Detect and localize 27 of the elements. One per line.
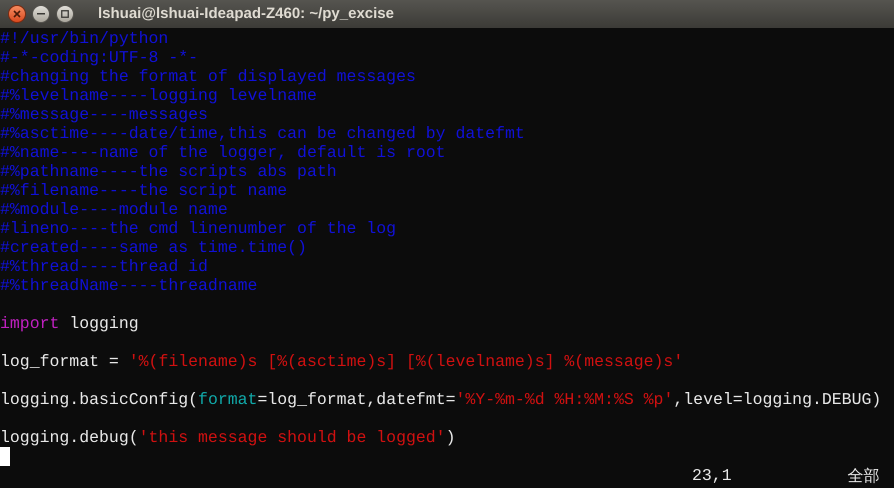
code-line: #%pathname----the scripts abs path — [0, 162, 337, 181]
code-line: #changing the format of displayed messages — [0, 67, 416, 86]
code-line: #%name----name of the logger, default is root — [0, 143, 446, 162]
code-line: #%asctime----date/time,this can be changed by datefmt — [0, 124, 525, 143]
code-line: #%threadName----threadname — [0, 276, 258, 295]
minimize-icon — [37, 13, 45, 15]
code-line: #%levelname----logging levelname — [0, 86, 317, 105]
code-line: logging.basicConfig(format=log_format,datefmt='%Y-%m-%d %H:%M:%S %p',level=logging.DEBUG) — [0, 390, 882, 409]
code-line: #created----same as time.time() — [0, 238, 307, 257]
window-title: lshuai@lshuai-Ideapad-Z460: ~/py_excise — [98, 4, 394, 24]
maximize-button[interactable] — [56, 5, 74, 23]
minimize-button[interactable] — [32, 5, 50, 23]
code-line: #-*-coding:UTF-8 -*- — [0, 48, 198, 67]
scroll-position: 全部 — [848, 466, 880, 485]
code-line: #!/usr/bin/python — [0, 29, 168, 48]
code-line: #%thread----thread id — [0, 257, 208, 276]
close-button[interactable] — [8, 5, 26, 23]
maximize-icon — [61, 10, 69, 18]
close-icon — [13, 10, 21, 18]
code-line: log_format = '%(filename)s [%(asctime)s] [%(levelname)s] %(message)s' — [0, 352, 684, 371]
code-line: #lineno----the cmd linenumber of the log — [0, 219, 396, 238]
code-line: logging.debug('this message should be logged') — [0, 428, 456, 447]
code-line: #%message----messages — [0, 105, 208, 124]
cursor-position: 23,1 — [692, 466, 732, 485]
code-line: #%module----module name — [0, 200, 228, 219]
code-line: #%filename----the script name — [0, 181, 288, 200]
code-line: import logging — [0, 314, 139, 333]
